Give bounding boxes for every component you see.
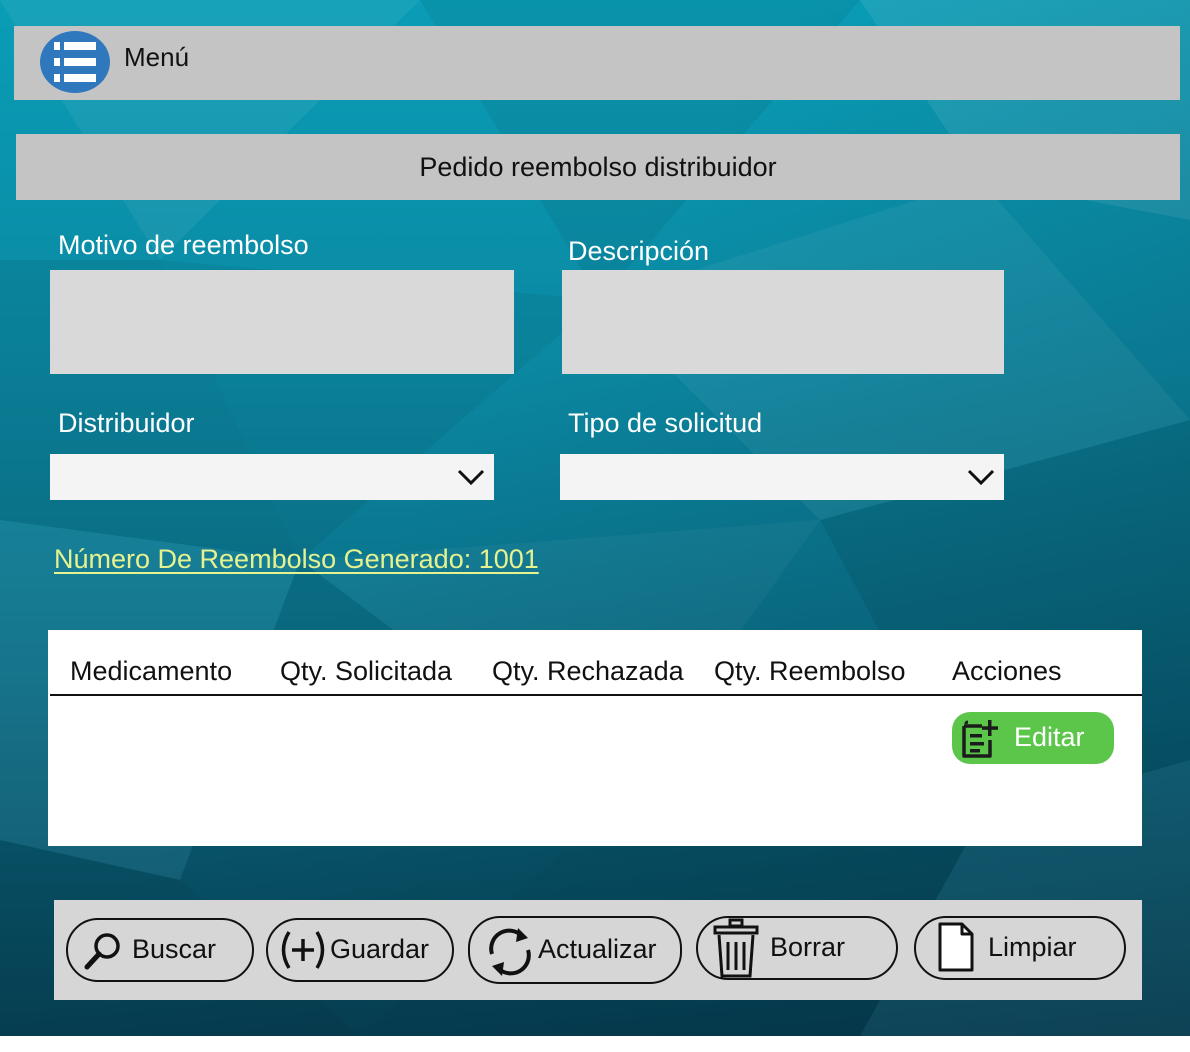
trash-icon: [713, 918, 759, 978]
request-type-label: Tipo de solicitud: [568, 408, 763, 438]
column-header-qty-solicitada: Qty. Solicitada: [280, 656, 453, 686]
save-button-label: Guardar: [330, 934, 430, 964]
description-label: Descripción: [568, 236, 710, 266]
update-button[interactable]: Actualizar: [468, 916, 682, 984]
top-menu-bar: Menú: [14, 26, 1180, 100]
column-header-acciones: Acciones: [952, 656, 1062, 686]
save-button[interactable]: Guardar: [266, 918, 454, 982]
page-title: Pedido reembolso distribuidor: [16, 134, 1180, 200]
note-add-icon: [962, 720, 998, 758]
description-input[interactable]: [562, 270, 1004, 374]
add-circle-icon: [281, 931, 325, 969]
table-header-divider: [50, 694, 1142, 696]
reason-label: Motivo de reembolso: [58, 230, 309, 260]
products-table: Medicamento Qty. Solicitada Qty. Rechaza…: [48, 630, 1142, 846]
search-button-label: Buscar: [132, 934, 217, 964]
chevron-down-icon: [967, 469, 995, 486]
distributor-label: Distribuidor: [58, 408, 195, 438]
menu-label[interactable]: Menú: [124, 42, 189, 73]
update-button-label: Actualizar: [538, 934, 657, 964]
chevron-down-icon: [457, 469, 485, 486]
list-menu-icon[interactable]: [40, 31, 110, 93]
column-header-qty-rechazada: Qty. Rechazada: [492, 656, 684, 686]
actions-toolbar: Buscar Guardar Actualizar Borrar Limpiar: [54, 900, 1142, 1000]
delete-button[interactable]: Borrar: [696, 916, 898, 980]
search-icon: [84, 933, 120, 970]
search-button[interactable]: Buscar: [66, 918, 254, 982]
app-background: Menú Pedido reembolso distribuidor Motiv…: [0, 0, 1190, 1036]
distributor-select[interactable]: [50, 454, 494, 500]
column-header-qty-reembolso: Qty. Reembolso: [714, 656, 906, 686]
refresh-icon: [489, 928, 531, 976]
clear-button-label: Limpiar: [988, 932, 1077, 962]
refund-number-link[interactable]: Número De Reembolso Generado: 1001: [54, 544, 539, 575]
edit-button-label: Editar: [1014, 722, 1085, 752]
column-header-medicamento: Medicamento: [70, 656, 233, 686]
request-type-select[interactable]: [560, 454, 1004, 500]
blank-document-icon: [938, 922, 974, 972]
reason-input[interactable]: [50, 270, 514, 374]
clear-button[interactable]: Limpiar: [914, 916, 1126, 980]
delete-button-label: Borrar: [770, 932, 846, 962]
edit-button[interactable]: Editar: [952, 712, 1114, 764]
